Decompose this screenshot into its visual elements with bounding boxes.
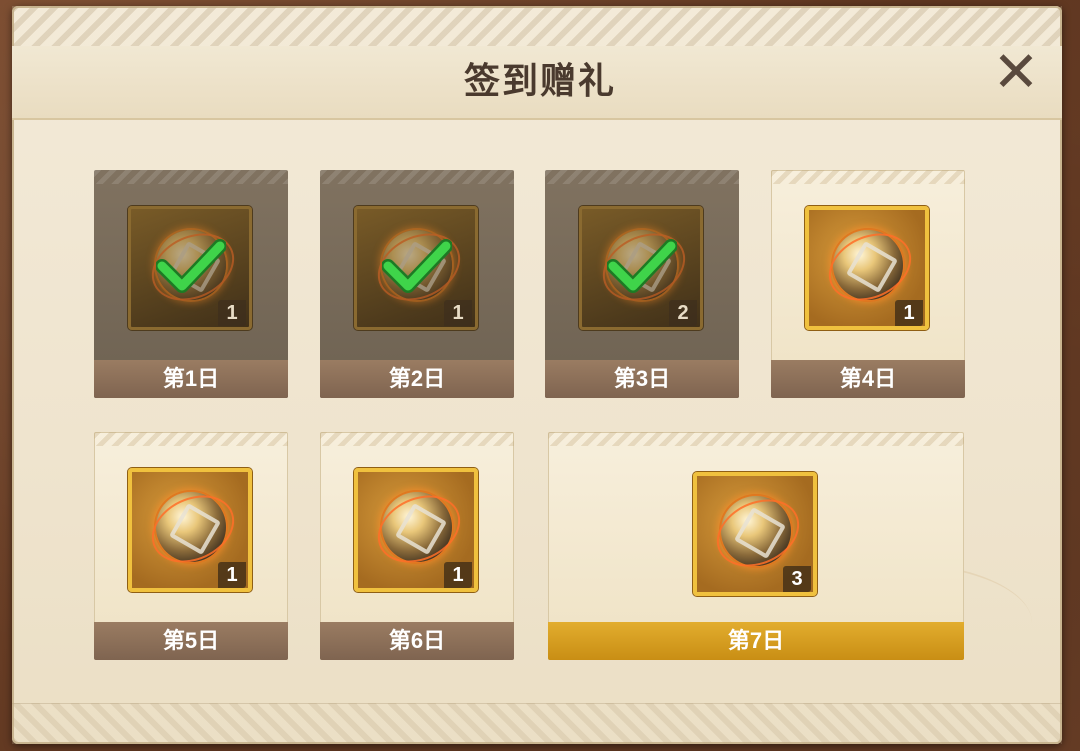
reward-slot: 1 xyxy=(354,206,478,330)
close-icon[interactable]: ✕ xyxy=(990,44,1042,100)
day-card-7[interactable]: 3 第7日 xyxy=(548,432,964,660)
card-pattern xyxy=(320,432,514,446)
day-label: 第3日 xyxy=(545,360,739,398)
reward-slot: 1 xyxy=(128,206,252,330)
day-card-6[interactable]: 1 第6日 xyxy=(320,432,514,660)
glowing-orb-icon xyxy=(833,230,903,300)
reward-count: 1 xyxy=(444,300,472,326)
reward-count: 1 xyxy=(895,300,923,326)
glowing-orb-icon xyxy=(721,496,791,566)
glowing-orb-icon xyxy=(156,492,226,562)
card-pattern xyxy=(548,432,964,446)
day-card-1[interactable]: 1 第1日 xyxy=(94,170,288,398)
card-pattern xyxy=(320,170,514,184)
dialog-title: 签到赠礼 xyxy=(463,60,616,101)
day-label: 第7日 xyxy=(548,622,964,660)
day-card-4[interactable]: 1 第4日 xyxy=(771,170,965,398)
reward-slot: 3 xyxy=(693,472,817,596)
check-icon xyxy=(382,239,452,293)
reward-slot: 1 xyxy=(805,206,929,330)
reward-slot: 1 xyxy=(354,468,478,592)
bottom-decor-band xyxy=(12,703,1062,744)
top-decor-band xyxy=(12,6,1062,47)
check-icon xyxy=(156,239,226,293)
day-card-2[interactable]: 1 第2日 xyxy=(320,170,514,398)
reward-slot: 2 xyxy=(579,206,703,330)
reward-slot: 1 xyxy=(128,468,252,592)
card-pattern xyxy=(545,170,739,184)
day-card-5[interactable]: 1 第5日 xyxy=(94,432,288,660)
day-card-3[interactable]: 2 第3日 xyxy=(545,170,739,398)
card-pattern xyxy=(94,170,288,184)
day-label: 第2日 xyxy=(320,360,514,398)
reward-count: 1 xyxy=(444,562,472,588)
day-label: 第6日 xyxy=(320,622,514,660)
reward-count: 1 xyxy=(218,562,246,588)
glowing-orb-icon xyxy=(382,492,452,562)
day-label: 第1日 xyxy=(94,360,288,398)
day-label: 第4日 xyxy=(771,360,965,398)
card-pattern xyxy=(771,170,965,184)
reward-count: 1 xyxy=(218,300,246,326)
check-icon xyxy=(607,239,677,293)
reward-count: 3 xyxy=(783,566,811,592)
day-label: 第5日 xyxy=(94,622,288,660)
card-pattern xyxy=(94,432,288,446)
reward-count: 2 xyxy=(669,300,697,326)
